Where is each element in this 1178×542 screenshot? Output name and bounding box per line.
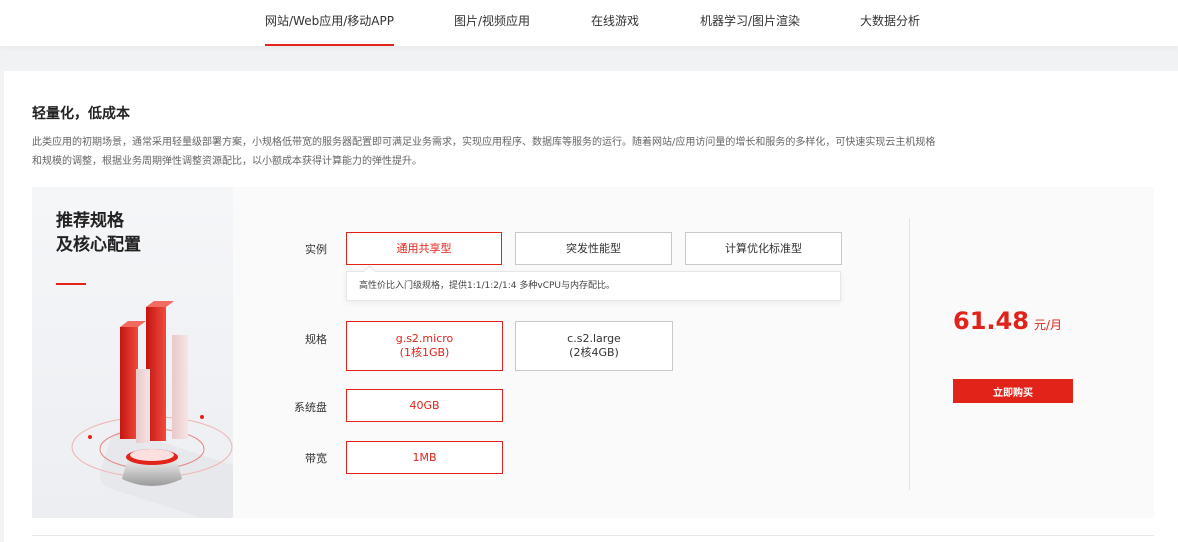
tab-online-game[interactable]: 在线游戏 xyxy=(591,12,639,29)
disk-option[interactable]: 40GB xyxy=(346,389,503,422)
section-description: 此类应用的初期场景，通常采用轻量级部署方案，小规格低带宽的服务器配置即可满足业务… xyxy=(32,137,936,167)
tab-big-data[interactable]: 大数据分析 xyxy=(860,12,920,29)
spec-option-detail: (1核1GB) xyxy=(399,346,450,359)
buy-now-button[interactable]: 立即购买 xyxy=(953,379,1073,403)
price: 61.48 元/月 xyxy=(953,307,1062,335)
tab-machine-learning[interactable]: 机器学习/图片渲染 xyxy=(700,12,800,29)
tab-image-video[interactable]: 图片/视频应用 xyxy=(454,12,530,29)
spec-label: 规格 xyxy=(305,333,327,346)
config-area: 实例 通用共享型 突发性能型 计算优化标准型 高性价比入门级规格，提供1:1/1… xyxy=(233,187,1154,518)
divider xyxy=(909,218,910,490)
card-title-line1: 推荐规格 xyxy=(56,211,124,231)
top-nav: 网站/Web应用/移动APP 图片/视频应用 在线游戏 机器学习/图片渲染 大数… xyxy=(0,0,1178,46)
section-title: 轻量化，低成本 xyxy=(32,106,130,122)
card-title-line2: 及核心配置 xyxy=(56,235,141,255)
instance-option-burstable[interactable]: 突发性能型 xyxy=(515,232,672,265)
instance-label: 实例 xyxy=(305,243,327,256)
spec-option-name: g.s2.micro xyxy=(395,332,454,345)
price-amount: 61.48 xyxy=(953,307,1029,335)
server-illustration-icon xyxy=(71,301,233,518)
bottom-divider xyxy=(32,535,1154,536)
spec-option-detail: (2核4GB) xyxy=(569,346,619,359)
title-underline xyxy=(56,283,86,285)
recommend-card: 推荐规格 及核心配置 实例 通用共享型 突发性能型 计算优化标准型 高性价比入门… xyxy=(32,187,1154,518)
instance-tip: 高性价比入门级规格，提供1:1/1:2/1:4 多种vCPU与内存配比。 xyxy=(346,271,841,301)
spec-option-c-s2-large[interactable]: c.s2.large (2核4GB) xyxy=(515,321,673,371)
tab-web-app[interactable]: 网站/Web应用/移动APP xyxy=(265,12,394,46)
content-panel: 轻量化，低成本 此类应用的初期场景，通常采用轻量级部署方案，小规格低带宽的服务器… xyxy=(4,71,1178,542)
instance-option-general-shared[interactable]: 通用共享型 xyxy=(346,232,502,265)
price-unit: 元/月 xyxy=(1034,318,1063,332)
spec-option-g-s2-micro[interactable]: g.s2.micro (1核1GB) xyxy=(346,321,503,371)
card-title: 推荐规格 及核心配置 xyxy=(56,209,141,257)
disk-label: 系统盘 xyxy=(294,401,327,414)
bandwidth-option[interactable]: 1MB xyxy=(346,441,503,474)
bandwidth-label: 带宽 xyxy=(305,452,327,465)
instance-option-compute-optimized[interactable]: 计算优化标准型 xyxy=(685,232,842,265)
illustration-area: 推荐规格 及核心配置 xyxy=(32,187,233,518)
spec-option-name: c.s2.large xyxy=(567,332,621,345)
